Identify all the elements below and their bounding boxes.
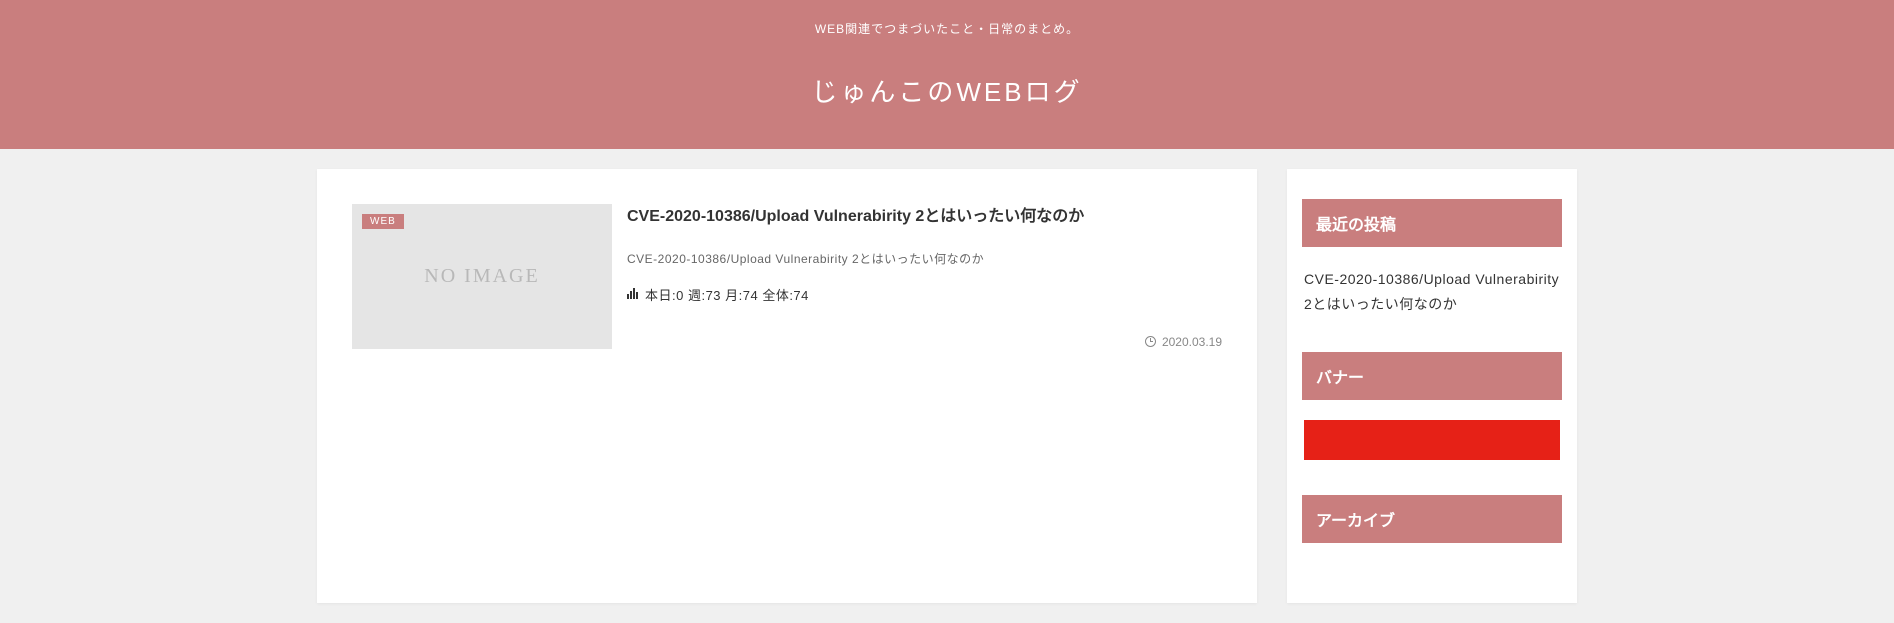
sidebar: 最近の投稿 CVE-2020-10386/Upload Vulnerabirit… <box>1287 169 1577 603</box>
content-container: WEB NO IMAGE CVE-2020-10386/Upload Vulne… <box>297 149 1597 623</box>
post-meta: 2020.03.19 <box>627 305 1222 349</box>
banner-content <box>1302 400 1562 465</box>
no-image-label: NO IMAGE <box>424 265 539 288</box>
post-thumbnail[interactable]: WEB NO IMAGE <box>352 204 612 349</box>
archive-widget: アーカイブ <box>1302 495 1562 543</box>
archive-title: アーカイブ <box>1302 495 1562 543</box>
post-title[interactable]: CVE-2020-10386/Upload Vulnerabirity 2とはい… <box>627 204 1222 230</box>
post-item[interactable]: WEB NO IMAGE CVE-2020-10386/Upload Vulne… <box>352 204 1222 349</box>
recent-posts-title: 最近の投稿 <box>1302 199 1562 247</box>
category-badge[interactable]: WEB <box>362 214 404 229</box>
banner-title: バナー <box>1302 352 1562 400</box>
post-stats: 本日:0 週:73 月:74 全体:74 <box>627 285 1222 304</box>
banner-image[interactable] <box>1304 420 1560 460</box>
recent-posts-widget: 最近の投稿 CVE-2020-10386/Upload Vulnerabirit… <box>1302 199 1562 322</box>
banner-widget: バナー <box>1302 352 1562 465</box>
post-excerpt: CVE-2020-10386/Upload Vulnerabirity 2とはい… <box>627 250 1222 267</box>
site-title[interactable]: じゅんこのWEBログ <box>0 72 1894 109</box>
site-subtitle: WEB関連でつまづいたこと・日常のまとめ。 <box>0 20 1894 37</box>
clock-icon <box>1145 336 1156 347</box>
recent-posts-content: CVE-2020-10386/Upload Vulnerabirity 2とはい… <box>1302 247 1562 322</box>
site-header: WEB関連でつまづいたこと・日常のまとめ。 じゅんこのWEBログ <box>0 0 1894 149</box>
post-body: CVE-2020-10386/Upload Vulnerabirity 2とはい… <box>627 204 1222 349</box>
recent-post-link[interactable]: CVE-2020-10386/Upload Vulnerabirity 2とはい… <box>1304 271 1559 312</box>
stats-icon <box>627 287 640 302</box>
post-date: 2020.03.19 <box>1162 335 1222 349</box>
main-content: WEB NO IMAGE CVE-2020-10386/Upload Vulne… <box>317 169 1257 603</box>
stats-text: 本日:0 週:73 月:74 全体:74 <box>645 285 809 304</box>
